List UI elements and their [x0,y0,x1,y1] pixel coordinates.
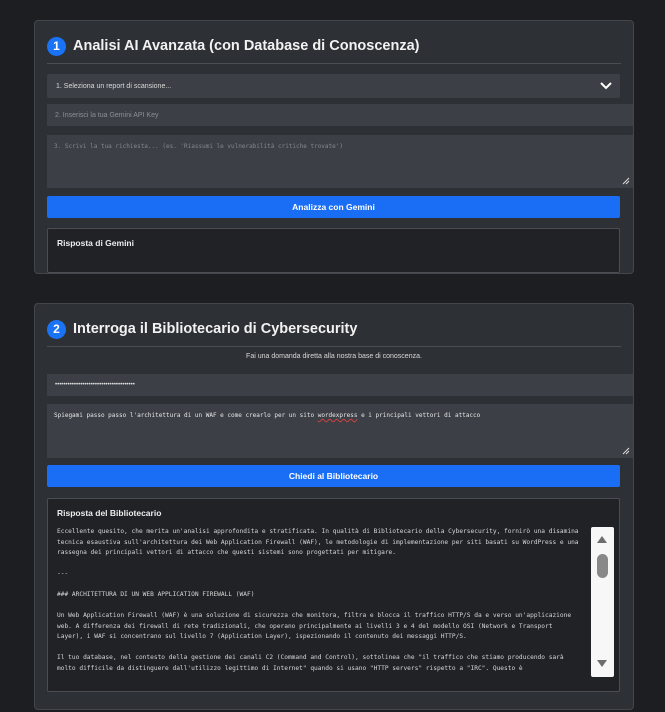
step-number-badge: 2 [47,319,66,339]
librarian-response-box: Risposta del Bibliotecario Eccellente qu… [47,498,620,692]
section-2-header: 2 Interroga il Bibliotecario di Cybersec… [47,319,357,339]
gemini-api-key-input[interactable]: 2. Inserisci la tua Gemini API Key [47,104,633,126]
response-paragraph: Un Web Application Firewall (WAF) è una … [57,612,572,640]
report-select-value: 1. Seleziona un report di scansione... [56,82,172,90]
analyze-with-gemini-button[interactable]: Analizza con Gemini [47,196,620,218]
misspelled-word: wordexpress [317,412,358,419]
response-paragraph: ### ARCHITETTURA DI UN WEB APPLICATION F… [57,591,255,598]
librarian-question-textarea[interactable]: Spiegami passo passo l'architettura di u… [47,404,633,458]
ai-analysis-panel: 1 Analisi AI Avanzata (con Database di C… [34,20,634,274]
gemini-response-title: Risposta di Gemini [57,238,134,248]
question-text-part: e i principali vettori di attacco [357,412,481,419]
response-paragraph: Eccellente quesito, che merita un'analis… [57,528,579,556]
ask-librarian-button[interactable]: Chiedi al Bibliotecario [47,465,620,487]
section-1-title: Analisi AI Avanzata (con Database di Con… [73,38,420,54]
question-text: Spiegami passo passo l'architettura di u… [54,412,480,419]
divider [47,346,621,347]
report-select[interactable]: 1. Seleziona un report di scansione... [47,74,620,98]
chevron-down-icon [600,82,612,90]
response-paragraph: --- [57,570,69,577]
prompt-placeholder: 3. Scrivi la tua richiesta... (es. 'Rias… [54,143,343,150]
librarian-response-title: Risposta del Bibliotecario [57,508,162,518]
api-key-value: •••••••••••••••••••••••••••••••••••••• [55,382,135,388]
gemini-response-box: Risposta di Gemini [47,228,620,273]
section-1-header: 1 Analisi AI Avanzata (con Database di C… [47,36,419,56]
api-key-placeholder: 2. Inserisci la tua Gemini API Key [55,111,159,119]
resize-grip-icon[interactable] [622,447,630,455]
resize-grip-icon[interactable] [622,177,630,185]
question-text-part: Spiegami passo passo l'architettura di u… [54,412,318,419]
section-2-subtitle: Fai una domanda diretta alla nostra base… [246,353,422,360]
divider [47,63,621,64]
gemini-prompt-textarea[interactable]: 3. Scrivi la tua richiesta... (es. 'Rias… [47,135,633,188]
librarian-panel: 2 Interroga il Bibliotecario di Cybersec… [34,303,634,710]
arrow-up-icon[interactable] [597,536,607,543]
librarian-api-key-input[interactable]: •••••••••••••••••••••••••••••••••••••• [47,374,633,396]
scrollbar-thumb[interactable] [597,554,608,578]
section-2-title: Interroga il Bibliotecario di Cybersecur… [73,321,358,337]
response-scrollbar[interactable] [591,527,614,677]
step-number-badge: 1 [47,36,66,56]
librarian-response-text: Eccellente quesito, che merita un'analis… [57,527,582,682]
arrow-down-icon[interactable] [597,660,607,667]
response-paragraph: Il tuo database, nel contesto della gest… [57,654,564,672]
